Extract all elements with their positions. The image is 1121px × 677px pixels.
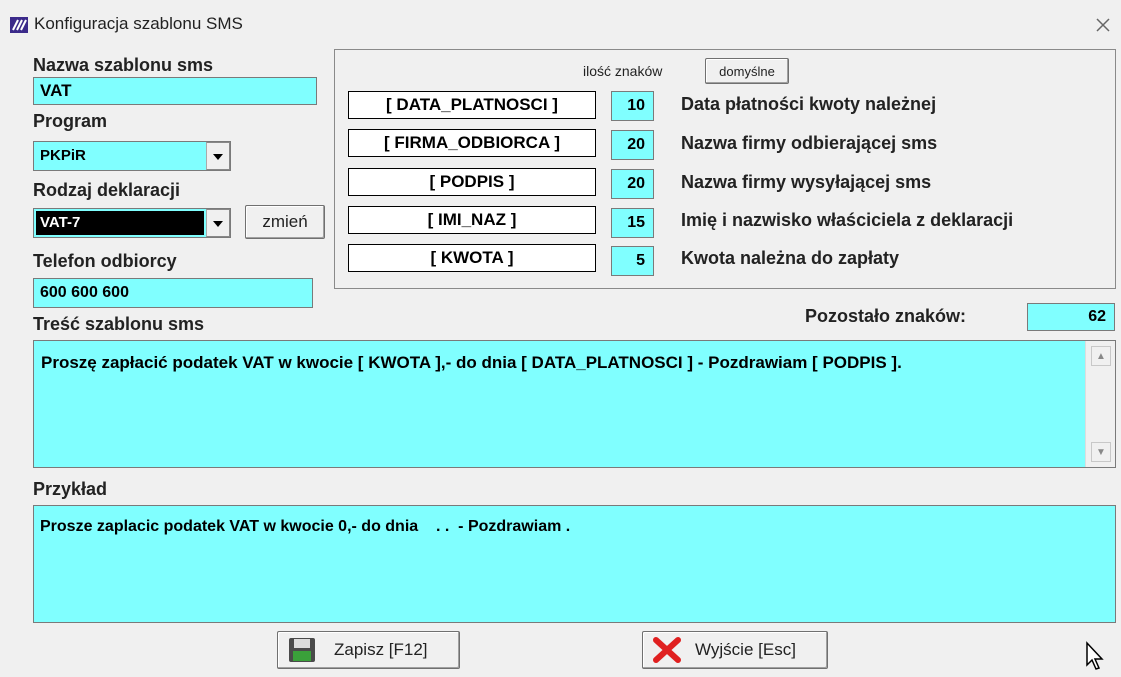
save-icon — [286, 636, 320, 664]
change-button[interactable]: zmień — [245, 205, 325, 239]
template-name-input[interactable]: VAT — [33, 77, 317, 105]
placeholder-tag: [ PODPIS ] — [348, 168, 596, 196]
vertical-scrollbar[interactable]: ▲ ▼ — [1085, 341, 1115, 467]
remaining-label: Pozostało znaków: — [805, 306, 967, 326]
placeholder-description: Imię i nazwisko właściciela z deklaracji — [681, 210, 1014, 230]
phone-input[interactable]: 600 600 600 — [33, 278, 313, 308]
declaration-select[interactable]: VAT-7 — [33, 208, 231, 238]
placeholder-description: Kwota należna do zapłaty — [681, 248, 900, 268]
app-logo-icon — [10, 17, 28, 33]
example-preview: Prosze zaplacic podatek VAT w kwocie 0,-… — [33, 505, 1116, 623]
placeholder-char-count[interactable]: 5 — [611, 246, 654, 276]
placeholder-char-count[interactable]: 10 — [611, 91, 654, 121]
placeholder-description: Data płatności kwoty należnej — [681, 94, 937, 114]
close-icon[interactable] — [1092, 14, 1114, 36]
placeholder-char-count[interactable]: 15 — [611, 208, 654, 238]
sms-content-textarea[interactable]: Proszę zapłacić podatek VAT w kwocie [ K… — [33, 340, 1116, 468]
placeholder-description: Nazwa firmy wysyłającej sms — [681, 172, 932, 192]
placeholder-tag: [ DATA_PLATNOSCI ] — [348, 91, 596, 119]
chevron-down-icon[interactable] — [206, 142, 230, 170]
placeholder-char-count[interactable]: 20 — [611, 130, 654, 160]
chevron-down-icon[interactable] — [206, 209, 230, 237]
char-count-label: ilość znaków — [583, 63, 663, 79]
phone-label: Telefon odbiorcy — [33, 251, 177, 271]
scroll-down-icon[interactable]: ▼ — [1091, 442, 1111, 462]
program-label: Program — [33, 111, 108, 131]
declaration-select-value: VAT-7 — [40, 214, 81, 231]
save-button-label: Zapisz [F12] — [334, 640, 428, 659]
cursor-arrow-icon — [1085, 641, 1107, 671]
example-text: Prosze zaplacic podatek VAT w kwocie 0,-… — [40, 518, 571, 535]
placeholder-tag: [ FIRMA_ODBIORCA ] — [348, 129, 596, 157]
window-title: Konfiguracja szablonu SMS — [34, 14, 243, 33]
program-select-value: PKPiR — [40, 147, 86, 164]
placeholder-tag: [ KWOTA ] — [348, 244, 596, 272]
exit-button[interactable]: Wyjście [Esc] — [642, 631, 828, 669]
exit-button-label: Wyjście [Esc] — [695, 640, 796, 659]
placeholder-description: Nazwa firmy odbierającej sms — [681, 133, 938, 153]
program-select[interactable]: PKPiR — [33, 141, 231, 171]
placeholder-char-count[interactable]: 20 — [611, 169, 654, 199]
template-name-label: Nazwa szablonu sms — [33, 55, 214, 75]
remaining-count: 62 — [1027, 303, 1115, 331]
default-button[interactable]: domyślne — [705, 58, 789, 84]
close-red-icon — [651, 636, 685, 664]
declaration-label: Rodzaj deklaracji — [33, 180, 181, 200]
save-button[interactable]: Zapisz [F12] — [277, 631, 460, 669]
example-label: Przykład — [33, 479, 108, 499]
content-label: Treść szablonu sms — [33, 314, 205, 334]
sms-content-text: Proszę zapłacić podatek VAT w kwocie [ K… — [41, 353, 902, 372]
placeholder-tag: [ IMI_NAZ ] — [348, 206, 596, 234]
scroll-up-icon[interactable]: ▲ — [1091, 346, 1111, 366]
